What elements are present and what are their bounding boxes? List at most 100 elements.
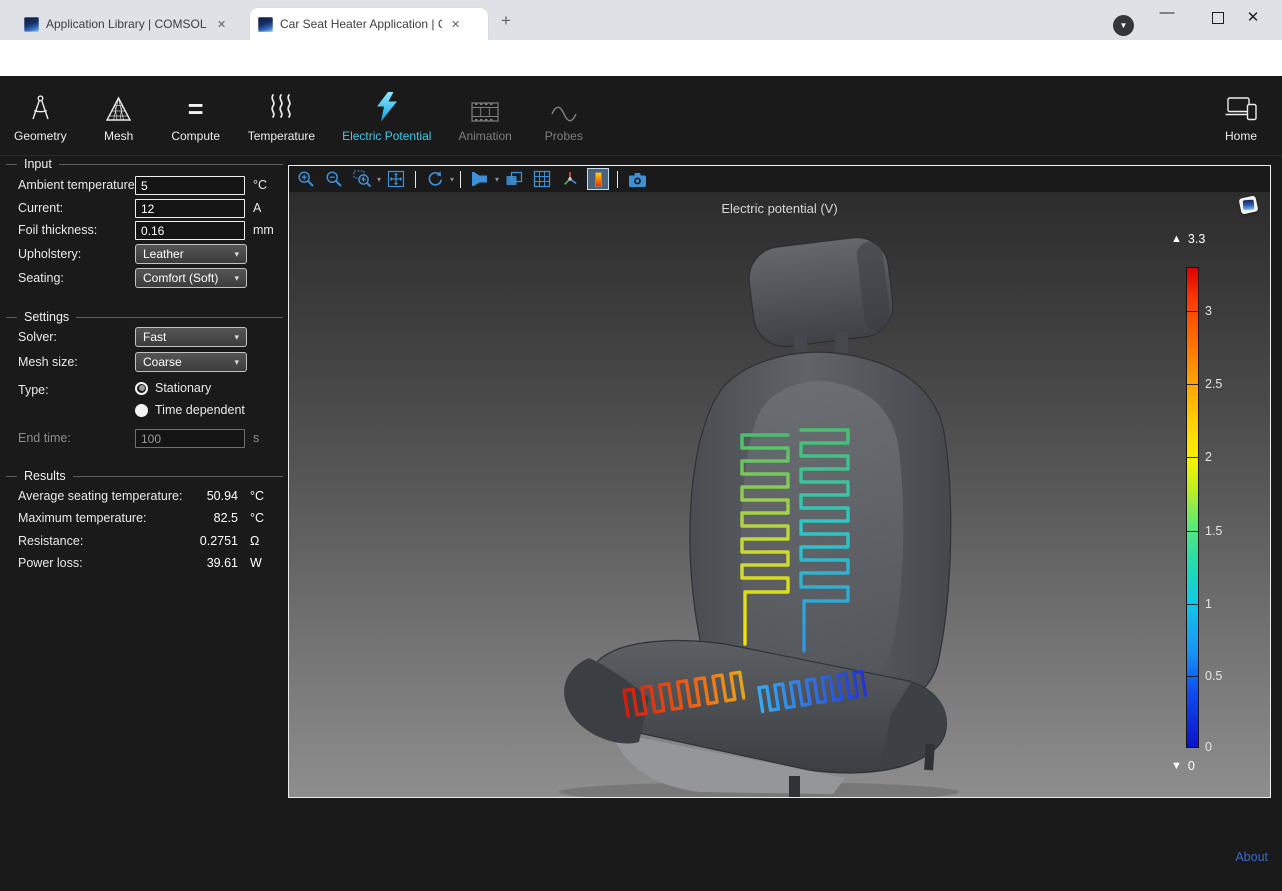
new-tab-button[interactable]: +: [501, 11, 511, 31]
end-time-input: [135, 429, 245, 448]
power-loss-unit: W: [250, 556, 262, 570]
tab-search-button[interactable]: ▼: [1113, 15, 1134, 36]
window-close-button[interactable]: ✕: [1238, 8, 1268, 26]
reset-view-button[interactable]: [425, 169, 445, 189]
orientation-axes-button[interactable]: [560, 169, 580, 189]
max-temp-value: 82.5: [148, 511, 238, 525]
seating-label: Seating:: [18, 271, 64, 285]
compute-equals-icon: =: [188, 89, 204, 122]
settings-section-header: Settings: [6, 310, 283, 324]
ribbon-probes-button[interactable]: Probes: [539, 89, 589, 143]
mesh-icon: [105, 89, 132, 122]
avg-seating-temp-value: 50.94: [148, 489, 238, 503]
colorbar-max-value: 3.3: [1188, 232, 1205, 246]
solver-dropdown[interactable]: Fast ▾: [135, 327, 247, 347]
ribbon-geometry-button[interactable]: Geometry: [14, 89, 67, 143]
radio-unselected-icon[interactable]: [135, 404, 148, 417]
app-ribbon: Geometry Mesh = Compute Temperature Elec…: [0, 76, 1282, 156]
solver-label: Solver:: [18, 330, 57, 344]
zoom-box-button[interactable]: [352, 169, 372, 189]
upholstery-dropdown[interactable]: Leather ▾: [135, 244, 247, 264]
ribbon-animation-button[interactable]: Animation: [458, 89, 511, 143]
tab-title: Car Seat Heater Application | CO: [280, 17, 442, 31]
colorbar-max-marker: ▲ 3.3: [1171, 232, 1205, 246]
browser-tab-inactive[interactable]: Application Library | COMSOL Se ✕: [16, 8, 246, 40]
ribbon-home-button[interactable]: Home: [1216, 89, 1266, 143]
foil-thickness-input[interactable]: [135, 221, 245, 240]
browser-tab-active[interactable]: Car Seat Heater Application | CO ✕: [250, 8, 488, 40]
radio-stationary[interactable]: Stationary: [135, 381, 211, 395]
grid-button[interactable]: [532, 169, 552, 189]
comsol-favicon-icon: [258, 17, 273, 32]
radio-selected-icon[interactable]: [135, 382, 148, 395]
about-link[interactable]: About: [1235, 850, 1268, 864]
colorbar-tick: 3: [1186, 304, 1212, 318]
ambient-temperature-input[interactable]: [135, 176, 245, 195]
graphics-panel: ▾ ▾ ▾: [288, 165, 1271, 798]
colorbar-tick: 0: [1186, 740, 1212, 754]
zoom-out-button[interactable]: [324, 169, 344, 189]
sidebar: Input Ambient temperature: °C Current: A…: [0, 156, 288, 891]
foil-thickness-unit: mm: [253, 223, 274, 237]
snapshot-button[interactable]: [627, 169, 647, 189]
resistance-value: 0.2751: [148, 534, 238, 548]
chevron-down-icon: ▾: [234, 357, 239, 368]
end-time-label: End time:: [18, 431, 71, 445]
temperature-waves-icon: [268, 89, 294, 122]
current-unit: A: [253, 201, 261, 215]
chevron-down-icon: ▾: [234, 332, 239, 343]
triangle-up-icon: ▲: [1171, 233, 1182, 245]
projection-caret-icon[interactable]: ▾: [495, 175, 499, 184]
input-section-header: Input: [6, 157, 283, 171]
seating-dropdown[interactable]: Comfort (Soft) ▾: [135, 268, 247, 288]
ambient-temperature-unit: °C: [253, 178, 267, 192]
tab-close-icon[interactable]: ✕: [449, 18, 462, 31]
radio-time-dependent[interactable]: Time dependent: [135, 403, 245, 417]
mesh-size-dropdown[interactable]: Coarse ▾: [135, 352, 247, 372]
toolbar-separator: [415, 171, 416, 188]
avg-seating-temp-unit: °C: [250, 489, 264, 503]
results-section-header: Results: [6, 469, 283, 483]
colorbar-tick: 0.5: [1186, 669, 1222, 683]
home-devices-icon: [1225, 89, 1257, 122]
type-label: Type:: [18, 383, 49, 397]
color-legend-toggle[interactable]: [588, 169, 608, 189]
colorbar-min-marker: ▼ 0: [1171, 759, 1195, 773]
probes-wave-icon: [551, 89, 577, 122]
browser-tab-strip: Application Library | COMSOL Se ✕ Car Se…: [0, 0, 1282, 40]
foil-thickness-label: Foil thickness:: [18, 223, 97, 237]
reset-view-caret-icon[interactable]: ▾: [450, 175, 454, 184]
ribbon-temperature-button[interactable]: Temperature: [248, 89, 315, 143]
projection-button[interactable]: [470, 169, 490, 189]
zoom-in-button[interactable]: [296, 169, 316, 189]
comsol-app: Geometry Mesh = Compute Temperature Elec…: [0, 76, 1282, 891]
plot-canvas[interactable]: Electric potential (V): [289, 192, 1270, 797]
tab-title: Application Library | COMSOL Se: [46, 17, 208, 31]
color-legend-icon: [596, 173, 601, 186]
colorbar-tick: 2: [1186, 450, 1212, 464]
current-input[interactable]: [135, 199, 245, 218]
car-seat-3d-render: [289, 192, 1270, 797]
tab-close-icon[interactable]: ✕: [215, 18, 228, 31]
upholstery-label: Upholstery:: [18, 247, 81, 261]
current-label: Current:: [18, 201, 63, 215]
zoom-extents-button[interactable]: [386, 169, 406, 189]
ribbon-electric-potential-button[interactable]: Electric Potential: [342, 89, 431, 143]
electric-potential-bolt-icon: [376, 89, 398, 122]
colorbar-tick: 2.5: [1186, 377, 1222, 391]
chevron-down-icon: ▾: [234, 273, 239, 284]
toolbar-separator: [617, 171, 618, 188]
browser-toolbar: ← → ⌂ comsol.com/server-demo/app/car_sea…: [0, 40, 1282, 76]
window-minimize-button[interactable]: —: [1152, 4, 1182, 21]
comsol-favicon-icon: [24, 17, 39, 32]
ribbon-compute-button[interactable]: = Compute: [171, 89, 221, 143]
zoom-box-caret-icon[interactable]: ▾: [377, 175, 381, 184]
transparency-button[interactable]: [504, 169, 524, 189]
graphics-toolbar: ▾ ▾ ▾: [289, 166, 1270, 192]
end-time-unit: s: [253, 431, 259, 445]
power-loss-value: 39.61: [148, 556, 238, 570]
max-temp-unit: °C: [250, 511, 264, 525]
colorbar-tick: 1.5: [1186, 524, 1222, 538]
ribbon-mesh-button[interactable]: Mesh: [94, 89, 144, 143]
window-maximize-button[interactable]: [1212, 12, 1224, 24]
